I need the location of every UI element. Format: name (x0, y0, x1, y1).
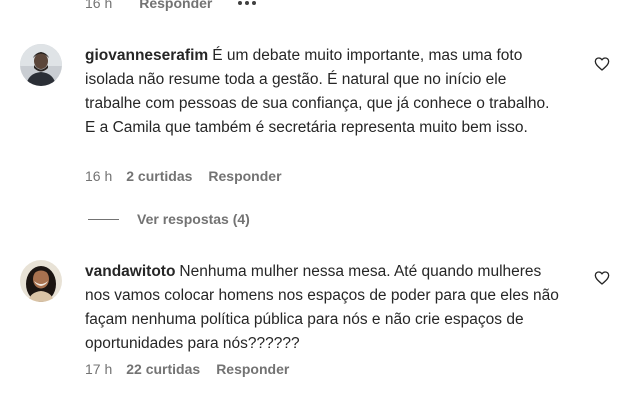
comment-body: giovanneserafim É um debate muito importa… (85, 44, 560, 140)
previous-comment-meta: 16 h Responder (85, 0, 257, 11)
comment-time: 16 h (85, 0, 113, 11)
comment-body: vandawitoto Nenhuma mulher nessa mesa. At… (85, 260, 560, 356)
reply-button[interactable]: Responder (216, 361, 289, 377)
comment-username[interactable]: vandawitoto (85, 263, 175, 280)
avatar[interactable] (20, 44, 62, 86)
view-replies-label[interactable]: Ver respostas (4) (137, 211, 250, 227)
comment-time: 16 h (85, 168, 113, 184)
comment-username[interactable]: giovanneserafim (85, 47, 208, 64)
likes-count[interactable]: 2 curtidas (126, 168, 192, 184)
heart-outline-icon[interactable] (594, 270, 610, 286)
comment-meta: 17 h 22 curtidas Responder (85, 361, 289, 377)
comment-meta: 16 h 2 curtidas Responder (85, 168, 282, 184)
more-dots-icon[interactable] (238, 0, 257, 10)
comments-panel: 16 h Responder giovanneserafim É um debat… (0, 0, 625, 403)
view-replies-button[interactable]: Ver respostas (4) (88, 211, 250, 227)
comment-time: 17 h (85, 361, 113, 377)
reply-button[interactable]: Responder (208, 168, 281, 184)
divider-line (88, 218, 119, 220)
avatar[interactable] (20, 260, 62, 302)
heart-outline-icon[interactable] (594, 56, 610, 72)
reply-button[interactable]: Responder (139, 0, 212, 11)
likes-count[interactable]: 22 curtidas (126, 361, 200, 377)
